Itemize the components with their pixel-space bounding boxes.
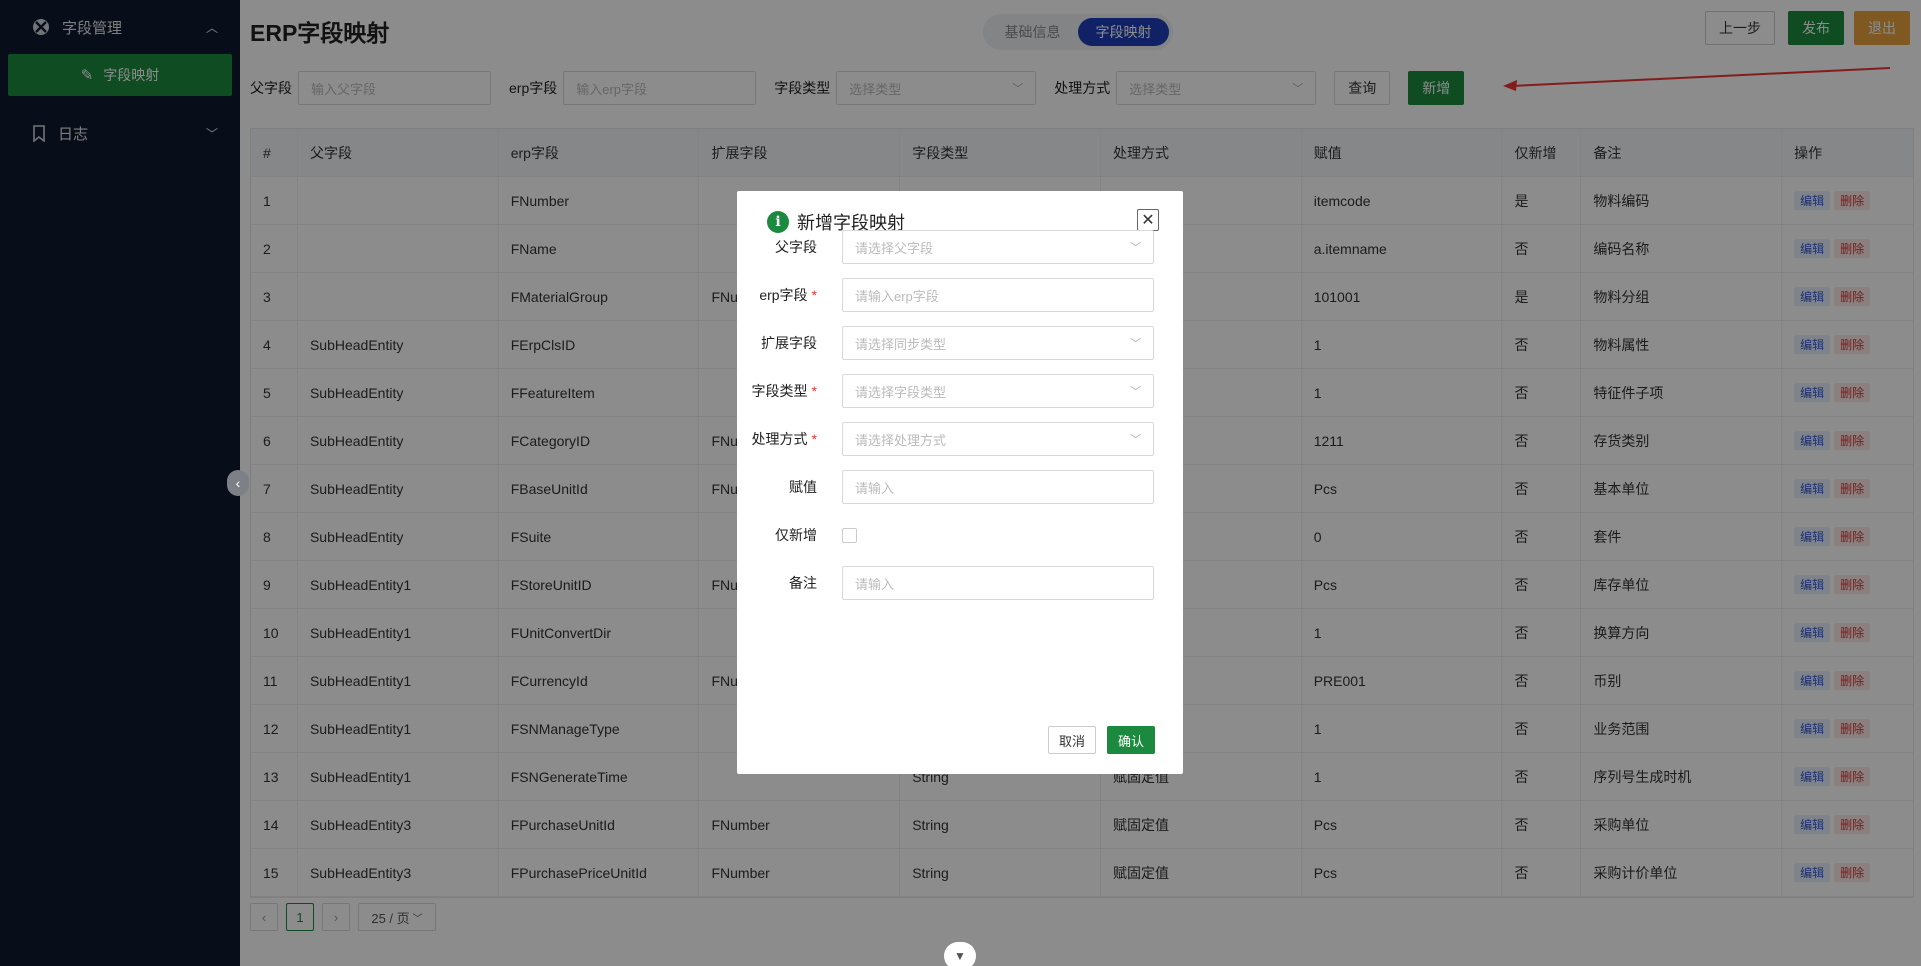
- required-mark: *: [811, 383, 817, 399]
- chevron-down-icon: ▼: [954, 949, 966, 963]
- form-label-text: 扩展字段: [761, 335, 817, 351]
- cancel-button[interactable]: 取消: [1048, 726, 1096, 754]
- form-label-text: 字段类型: [751, 383, 808, 399]
- form-label: 扩展字段: [737, 333, 819, 353]
- form-row: 仅新增: [737, 518, 1183, 552]
- form-select[interactable]: 请选择父字段 ﹀: [842, 230, 1154, 264]
- placeholder: 请选择同步类型: [855, 336, 947, 352]
- placeholder: 请选择字段类型: [855, 384, 947, 400]
- form-label: erp字段 *: [737, 285, 819, 305]
- form-row: 处理方式 * 请选择处理方式 ﹀: [737, 422, 1183, 456]
- form-row: 备注 请输入: [737, 566, 1183, 600]
- form-select[interactable]: 请选择字段类型 ﹀: [842, 374, 1154, 408]
- chevron-left-icon: ‹: [235, 475, 241, 491]
- placeholder: 请输入: [855, 480, 895, 496]
- form-label: 仅新增: [737, 525, 819, 545]
- close-icon[interactable]: ✕: [1137, 209, 1159, 231]
- form-input[interactable]: 请输入: [842, 566, 1154, 600]
- form-label-text: erp字段: [759, 287, 808, 303]
- placeholder: 请选择父字段: [855, 240, 934, 256]
- chevron-down-icon: ﹀: [1130, 242, 1141, 254]
- form-row: 父字段 请选择父字段 ﹀: [737, 230, 1183, 264]
- form-input[interactable]: 请输入: [842, 470, 1154, 504]
- form-label-text: 仅新增: [775, 527, 817, 543]
- required-mark: *: [811, 431, 817, 447]
- chevron-down-icon: ﹀: [1130, 434, 1141, 446]
- form-label-text: 处理方式: [751, 431, 808, 447]
- placeholder: 请输入: [855, 576, 895, 592]
- confirm-button[interactable]: 确认: [1107, 726, 1155, 754]
- form-label-text: 赋值: [789, 479, 817, 495]
- chevron-down-icon: ﹀: [1130, 338, 1141, 350]
- sidebar-collapse-button[interactable]: ‹: [227, 470, 249, 496]
- form-row: erp字段 * 请输入erp字段: [737, 278, 1183, 312]
- form-label: 字段类型 *: [737, 381, 819, 401]
- placeholder: 请选择处理方式: [855, 432, 947, 448]
- form-input[interactable]: 请输入erp字段: [842, 278, 1154, 312]
- form-row: 赋值 请输入: [737, 470, 1183, 504]
- form-row: 扩展字段 请选择同步类型 ﹀: [737, 326, 1183, 360]
- form-label-text: 父字段: [775, 239, 817, 255]
- only-new-checkbox[interactable]: [842, 527, 857, 543]
- chevron-down-icon: ﹀: [1130, 386, 1141, 398]
- required-mark: *: [811, 287, 817, 303]
- form-select[interactable]: 请选择同步类型 ﹀: [842, 326, 1154, 360]
- form-select[interactable]: 请选择处理方式 ﹀: [842, 422, 1154, 456]
- form-label-text: 备注: [789, 575, 817, 591]
- placeholder: 请输入erp字段: [855, 288, 939, 304]
- add-mapping-dialog: i 新增字段映射 ✕ 父字段 请选择父字段 ﹀ erp字段 * 请输入erp字段 扩展字段请…: [737, 191, 1183, 774]
- form-label: 备注: [737, 573, 819, 593]
- form-label: 处理方式 *: [737, 429, 819, 449]
- form-row: 字段类型 * 请选择字段类型 ﹀: [737, 374, 1183, 408]
- bottom-expand-button[interactable]: ▼: [944, 942, 976, 966]
- form-label: 赋值: [737, 477, 819, 497]
- form-label: 父字段: [737, 237, 819, 257]
